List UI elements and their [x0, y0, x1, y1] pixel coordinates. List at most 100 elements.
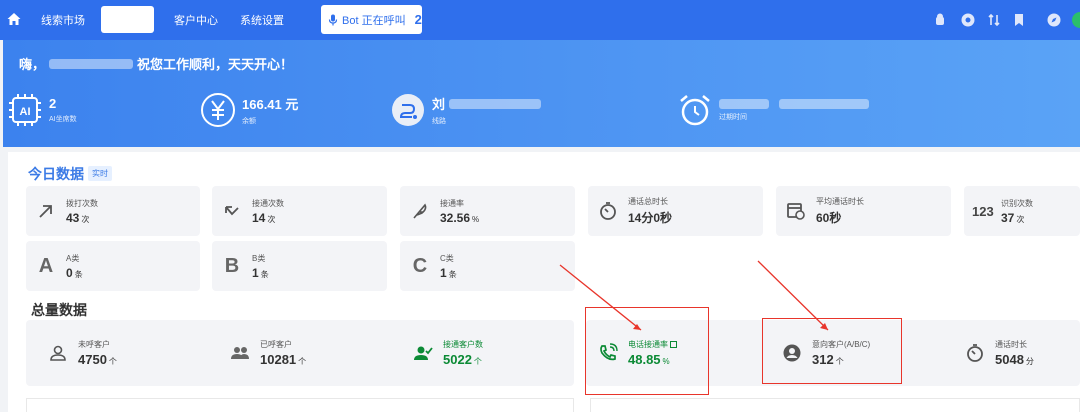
- bot-calling-count: 2: [414, 12, 422, 27]
- card-unit: 条: [448, 269, 457, 279]
- bottom-card-left: [26, 398, 574, 412]
- card-connect-rate: 接通率 32.56%: [400, 186, 575, 236]
- letter-a-icon: A: [38, 254, 54, 277]
- nav-system-settings[interactable]: 系统设置: [240, 12, 284, 28]
- card-value: 1: [440, 265, 447, 280]
- card-value: 5048: [995, 352, 1024, 367]
- card-label: B类: [252, 253, 266, 263]
- card-label: 接通次数: [252, 198, 284, 208]
- letter-c-icon: C: [412, 254, 428, 277]
- card-unit: %: [472, 214, 480, 224]
- stat-expiry: 过期时间: [677, 92, 869, 128]
- card-value: 4750: [78, 352, 107, 367]
- card-unit: 条: [260, 269, 269, 279]
- card-called-customers: 已呼客户 10281 个: [220, 326, 390, 380]
- card-label: C类: [440, 253, 454, 263]
- timer-icon: [600, 202, 616, 220]
- username-redacted: [49, 58, 134, 69]
- card-unit: 次: [81, 214, 90, 224]
- card-value: 10281: [260, 352, 297, 367]
- user-check-icon: [414, 346, 433, 360]
- stat-line: 刘线路: [390, 92, 542, 128]
- user-outline-icon: [50, 345, 66, 361]
- card-unit: 条: [74, 269, 83, 279]
- card-label: 接通客户数: [443, 340, 483, 349]
- stat-balance: 166.41 元余额: [200, 92, 298, 128]
- card-label: 平均通话时长: [816, 197, 864, 206]
- ai-seats-label: AI坐席数: [49, 116, 77, 123]
- ai-chip-icon: AI: [9, 94, 41, 126]
- balance-label: 余额: [242, 118, 256, 125]
- card-value: 1: [252, 265, 259, 280]
- bot-calling-label: Bot 正在呼叫: [342, 14, 406, 27]
- card-value: 43: [66, 210, 80, 225]
- card-value: 0: [66, 265, 73, 280]
- nav-customer-center[interactable]: 客户中心: [174, 12, 218, 28]
- welcome-banner: 嗨， 祝您工作顺利，天天开心！ AI 2 AI坐席数 166.41 元余额 刘线路…: [3, 40, 1080, 147]
- total-data-title: 总量数据: [31, 302, 87, 318]
- card-unit: 个: [108, 357, 117, 366]
- card-value: 32.56: [440, 210, 471, 225]
- card-value: 37: [1001, 210, 1015, 225]
- nav-active-tab[interactable]: [101, 6, 154, 33]
- card-unit: 个: [298, 357, 307, 366]
- card-value: 60秒: [816, 211, 842, 225]
- route-icon: [392, 94, 424, 126]
- bot-calling-button[interactable]: Bot 正在呼叫 2: [321, 5, 422, 34]
- expiry-label: 过期时间: [719, 113, 747, 121]
- aperture-icon[interactable]: [960, 12, 976, 28]
- card-label: 未呼客户: [78, 340, 110, 349]
- card-total-duration: 通话总时长 14分0秒: [588, 186, 763, 236]
- home-icon[interactable]: [6, 11, 22, 27]
- card-connect-count: 接通次数 14 次: [212, 186, 387, 236]
- card-value: 5022: [443, 352, 472, 367]
- card-unit: 次: [1016, 214, 1025, 224]
- card-recognize-count: 123 识别次数 37 次: [964, 186, 1080, 236]
- card-label: 已呼客户: [260, 340, 292, 349]
- highlight-box-intent: [762, 318, 902, 384]
- balance-value: 166.41 元: [242, 97, 299, 112]
- timer-icon: [967, 344, 983, 362]
- card-call-duration: 通话时长 5048 分: [955, 326, 1080, 380]
- card-label: 拨打次数: [66, 198, 98, 208]
- card-label: 接通率: [440, 198, 464, 208]
- card-dial-count: 拨打次数 43 次: [26, 186, 200, 236]
- card-uncalled-customers: 未呼客户 4750 个: [38, 326, 208, 380]
- card-class-b: B B类 1 条: [212, 241, 387, 291]
- line-value: 刘: [432, 97, 446, 112]
- card-connected-customers: 接通客户数 5022 个: [403, 326, 573, 380]
- number-icon: 123: [972, 203, 994, 219]
- card-unit: 分: [1025, 357, 1034, 366]
- greeting-message: 祝您工作顺利，天天开心！: [137, 57, 294, 72]
- microphone-icon: [328, 14, 338, 25]
- svg-text:AI: AI: [20, 106, 31, 118]
- ai-seats-value: 2: [49, 96, 57, 111]
- users-icon: [231, 347, 249, 359]
- greeting-text: 嗨， 祝您工作顺利，天天开心！: [19, 54, 293, 73]
- card-label: 通话时长: [995, 340, 1027, 349]
- highlight-box-connect-rate: [585, 307, 709, 395]
- card-class-a: A A类 0 条: [26, 241, 200, 291]
- call-in-icon: [225, 206, 239, 216]
- greeting-prefix: 嗨，: [19, 57, 46, 72]
- realtime-badge: 实时: [88, 166, 112, 181]
- nav-lead-market[interactable]: 线索市场: [41, 12, 85, 28]
- card-value: 14: [252, 210, 266, 225]
- card-unit: 个: [473, 357, 482, 366]
- calendar-clock-icon: [787, 203, 805, 220]
- sort-arrows-icon[interactable]: [986, 12, 1002, 28]
- card-label: 识别次数: [1001, 198, 1033, 208]
- bookmark-icon[interactable]: [1011, 12, 1027, 28]
- card-avg-duration: 平均通话时长 60秒: [776, 186, 951, 236]
- bottom-card-right: [590, 398, 1080, 412]
- top-nav-bar: 线索市场 客户中心 系统设置 Bot 正在呼叫 2: [0, 0, 1080, 40]
- card-class-c: C C类 1 条: [400, 241, 575, 291]
- compass-icon[interactable]: [1046, 12, 1062, 28]
- stat-ai-seats: AI 2 AI坐席数: [7, 92, 77, 128]
- status-dot-icon[interactable]: [1072, 12, 1080, 28]
- android-icon[interactable]: [932, 12, 948, 28]
- today-data-title: 今日数据: [28, 166, 84, 182]
- yen-icon: [201, 93, 235, 127]
- letter-b-icon: B: [224, 254, 240, 277]
- card-unit: 次: [267, 214, 276, 224]
